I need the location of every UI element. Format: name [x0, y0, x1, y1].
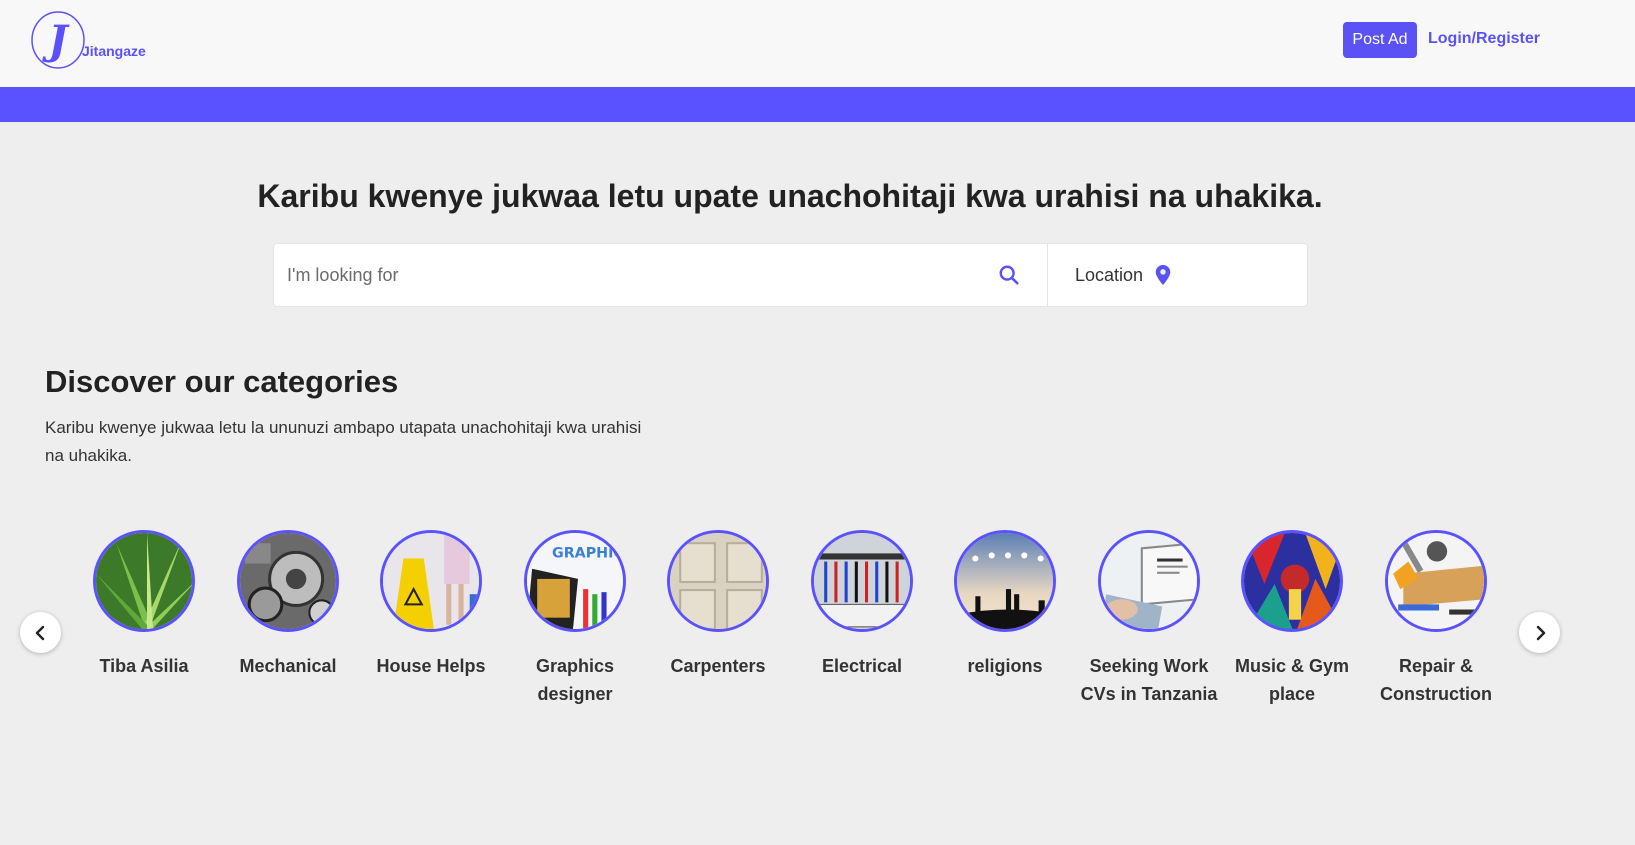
music-art-image — [1241, 530, 1343, 632]
category-house-helps[interactable]: House Helps — [361, 530, 501, 680]
category-religions[interactable]: religions — [935, 530, 1075, 680]
post-ad-button[interactable]: Post Ad — [1343, 22, 1417, 58]
categories-description: Karibu kwenye jukwaa letu la ununuzi amb… — [45, 418, 642, 465]
category-label: Electrical — [821, 656, 903, 676]
logo-emblem-icon: J — [31, 11, 85, 69]
search-button[interactable] — [971, 244, 1048, 306]
site-logo[interactable]: J Jitangaze — [30, 10, 160, 72]
category-mechanical[interactable]: Mechanical — [218, 530, 358, 680]
search-input[interactable] — [274, 244, 971, 306]
category-label: Seeking Work CVs in Tanzania — [1080, 656, 1218, 704]
category-label: House Helps — [376, 656, 486, 676]
laptop-cv-image — [1098, 530, 1200, 632]
category-label: religions — [967, 656, 1043, 676]
search-bar: Location — [273, 243, 1308, 307]
wet-floor-sign-image — [380, 530, 482, 632]
category-tiba-asilia[interactable]: Tiba Asilia — [74, 530, 214, 680]
top-navbar: J Jitangaze Post Ad Login/Register — [0, 0, 1635, 87]
religion-silhouettes-image — [954, 530, 1056, 632]
login-register-link[interactable]: Login/Register — [1428, 30, 1540, 48]
category-repair-construction[interactable]: Repair & Construction — [1366, 530, 1506, 708]
category-label: Tiba Asilia — [99, 656, 189, 676]
wooden-door-image — [667, 530, 769, 632]
category-seeking-work[interactable]: Seeking Work CVs in Tanzania — [1079, 530, 1219, 708]
hero-title: Karibu kwenye jukwaa letu upate unachohi… — [257, 178, 1323, 214]
carousel-next-button[interactable] — [1519, 612, 1560, 653]
logo-text: Jitangaze — [82, 43, 146, 59]
category-label: Graphics designer — [535, 656, 615, 704]
category-graphics-designer[interactable]: GRAPHIC DESIGN Graphics designer — [505, 530, 645, 708]
category-music-gym[interactable]: Music & Gym place — [1222, 530, 1362, 708]
svg-text:GRAPHIC DESIGN: GRAPHIC DESIGN — [552, 545, 626, 561]
location-label: Location — [1075, 264, 1144, 285]
electrical-panel-image — [811, 530, 913, 632]
category-carpenters[interactable]: Carpenters — [648, 530, 788, 680]
aloe-plant-image — [93, 530, 195, 632]
category-label: Music & Gym place — [1234, 656, 1350, 704]
svg-text:J: J — [42, 17, 71, 64]
location-selector[interactable]: Location — [1048, 244, 1307, 306]
carousel-prev-button[interactable] — [20, 612, 61, 653]
category-electrical[interactable]: Electrical — [792, 530, 932, 680]
map-pin-icon — [1155, 265, 1171, 285]
category-label: Mechanical — [239, 656, 337, 676]
categories-title: Discover our categories — [45, 364, 399, 399]
category-label: Carpenters — [670, 656, 766, 676]
chevron-right-icon — [1536, 625, 1545, 640]
chevron-left-icon — [35, 625, 44, 640]
category-label: Repair & Construction — [1380, 656, 1492, 704]
search-icon — [999, 265, 1019, 285]
graphic-design-image: GRAPHIC DESIGN — [524, 530, 626, 632]
engine-image — [237, 530, 339, 632]
accent-band — [0, 87, 1635, 122]
tools-image — [1385, 530, 1487, 632]
